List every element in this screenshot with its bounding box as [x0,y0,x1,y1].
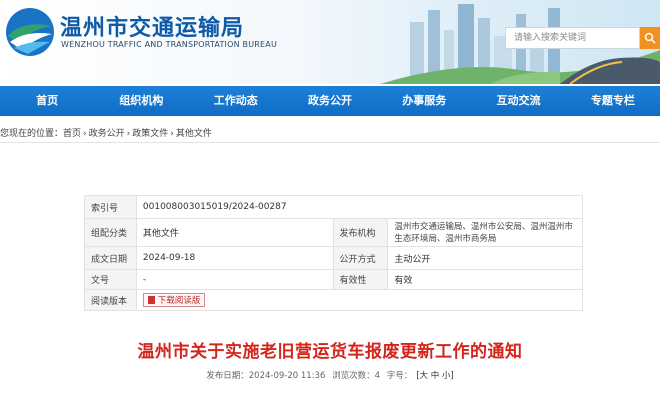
date-value: 2024-09-18 [135,246,334,270]
bureau-logo-icon[interactable] [4,6,56,58]
reader-version-cell: 下载阅读版 [135,289,584,311]
search-button[interactable] [640,27,660,49]
disclosure-value: 主动公开 [387,246,583,270]
breadcrumb-home[interactable]: 首页 [63,129,81,139]
site-subtitle: WENZHOU TRAFFIC AND TRANSPORTATION BUREA… [61,40,278,49]
reader-version-label: 阅读版本 [84,289,137,311]
download-reader-label: 下载阅读版 [157,296,201,306]
nav-item-special-topics[interactable]: 专题专栏 [566,86,660,116]
nav-item-government-affairs[interactable]: 政务公开 [283,86,377,116]
nav-item-organization[interactable]: 组织机构 [94,86,188,116]
breadcrumb-prefix: 您现在的位置： [0,129,64,139]
site-title[interactable]: 温州市交通运输局 [60,10,244,42]
index-value: 001008003015019/2024-00287 [135,195,584,219]
view-count: 浏览次数：4 [332,371,380,381]
category-label: 组配分类 [84,218,137,247]
publisher-value: 温州市交通运输局、温州市公安局、温州温州市生态环境局、温州市商务局 [387,218,583,247]
table-row: 组配分类 其他文件 发布机构 温州市交通运输局、温州市公安局、温州温州市生态环境… [84,218,583,247]
breadcrumb-policy-files[interactable]: 政策文件 [132,129,168,139]
main-nav: 首页 组织机构 工作动态 政务公开 办事服务 互动交流 专题专栏 [0,86,660,116]
publisher-label: 发布机构 [332,218,389,247]
disclosure-label: 公开方式 [332,246,389,270]
nav-item-work-news[interactable]: 工作动态 [189,86,283,116]
nav-item-services[interactable]: 办事服务 [377,86,471,116]
table-row: 文号 - 有效性 有效 [84,269,583,290]
document-icon [147,296,155,304]
date-label: 成文日期 [84,246,137,270]
breadcrumb-government-affairs[interactable]: 政务公开 [89,129,125,139]
nav-item-home[interactable]: 首页 [0,86,94,116]
search-input[interactable]: 请输入搜索关键词 [505,27,640,49]
breadcrumb-separator: › [170,129,174,139]
category-value: 其他文件 [135,218,334,247]
table-row: 成文日期 2024-09-18 公开方式 主动公开 [84,246,583,270]
article-title: 温州市关于实施老旧营运货车报废更新工作的通知 [137,342,523,362]
nav-item-interaction[interactable]: 互动交流 [471,86,565,116]
breadcrumb-other-files[interactable]: 其他文件 [176,129,212,139]
breadcrumb-separator: › [83,129,87,139]
doc-number-value: - [135,269,334,290]
breadcrumb-divider [0,142,660,143]
table-row: 阅读版本 下载阅读版 [84,289,584,311]
index-label: 索引号 [84,195,137,219]
site-header: 温州市交通运输局 WENZHOU TRAFFIC AND TRANSPORTAT… [0,0,660,84]
article-meta: 发布日期：2024-09-20 11:36 浏览次数：4 字号： [大 中 小] [0,369,660,381]
font-size-options[interactable]: [大 中 小] [416,371,454,381]
search-icon [644,32,656,44]
download-reader-button[interactable]: 下载阅读版 [142,293,206,307]
breadcrumb-separator: › [126,129,131,139]
document-info-table: 索引号 001008003015019/2024-00287 组配分类 其他文件… [84,195,584,311]
validity-label: 有效性 [332,269,389,290]
table-row: 索引号 001008003015019/2024-00287 [84,195,584,219]
publish-time: 发布日期：2024-09-20 11:36 [206,371,326,381]
validity-value: 有效 [387,269,583,290]
doc-number-label: 文号 [84,269,137,290]
font-size-label: 字号： [386,371,413,381]
breadcrumb: 您现在的位置：首页 › 政务公开 › 政策文件 › 其他文件 [0,126,212,139]
